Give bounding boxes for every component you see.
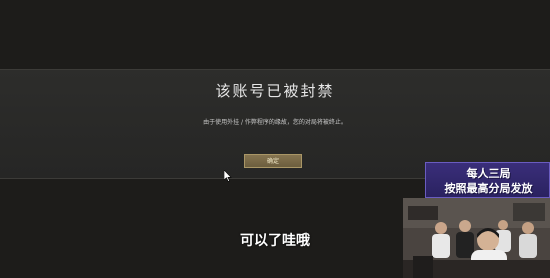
dialog-title: 该账号已被封禁 [215,82,335,100]
webcam-feed [403,198,550,278]
mouse-cursor-icon [224,170,232,182]
dialog-message: 由于使用外挂 / 作弊程序的缘故，您的对局将被终止。 [203,119,347,126]
confirm-button[interactable]: 确定 [244,154,302,168]
webcam-image [403,198,550,278]
promo-line-2: 按照最高分局发放 [444,182,533,195]
game-screen: 该账号已被封禁 由于使用外挂 / 作弊程序的缘故，您的对局将被终止。 确定 可以… [0,0,550,278]
promo-line-1: 每人三局 [466,167,511,180]
promo-banner: 每人三局 按照最高分局发放 [425,162,550,198]
